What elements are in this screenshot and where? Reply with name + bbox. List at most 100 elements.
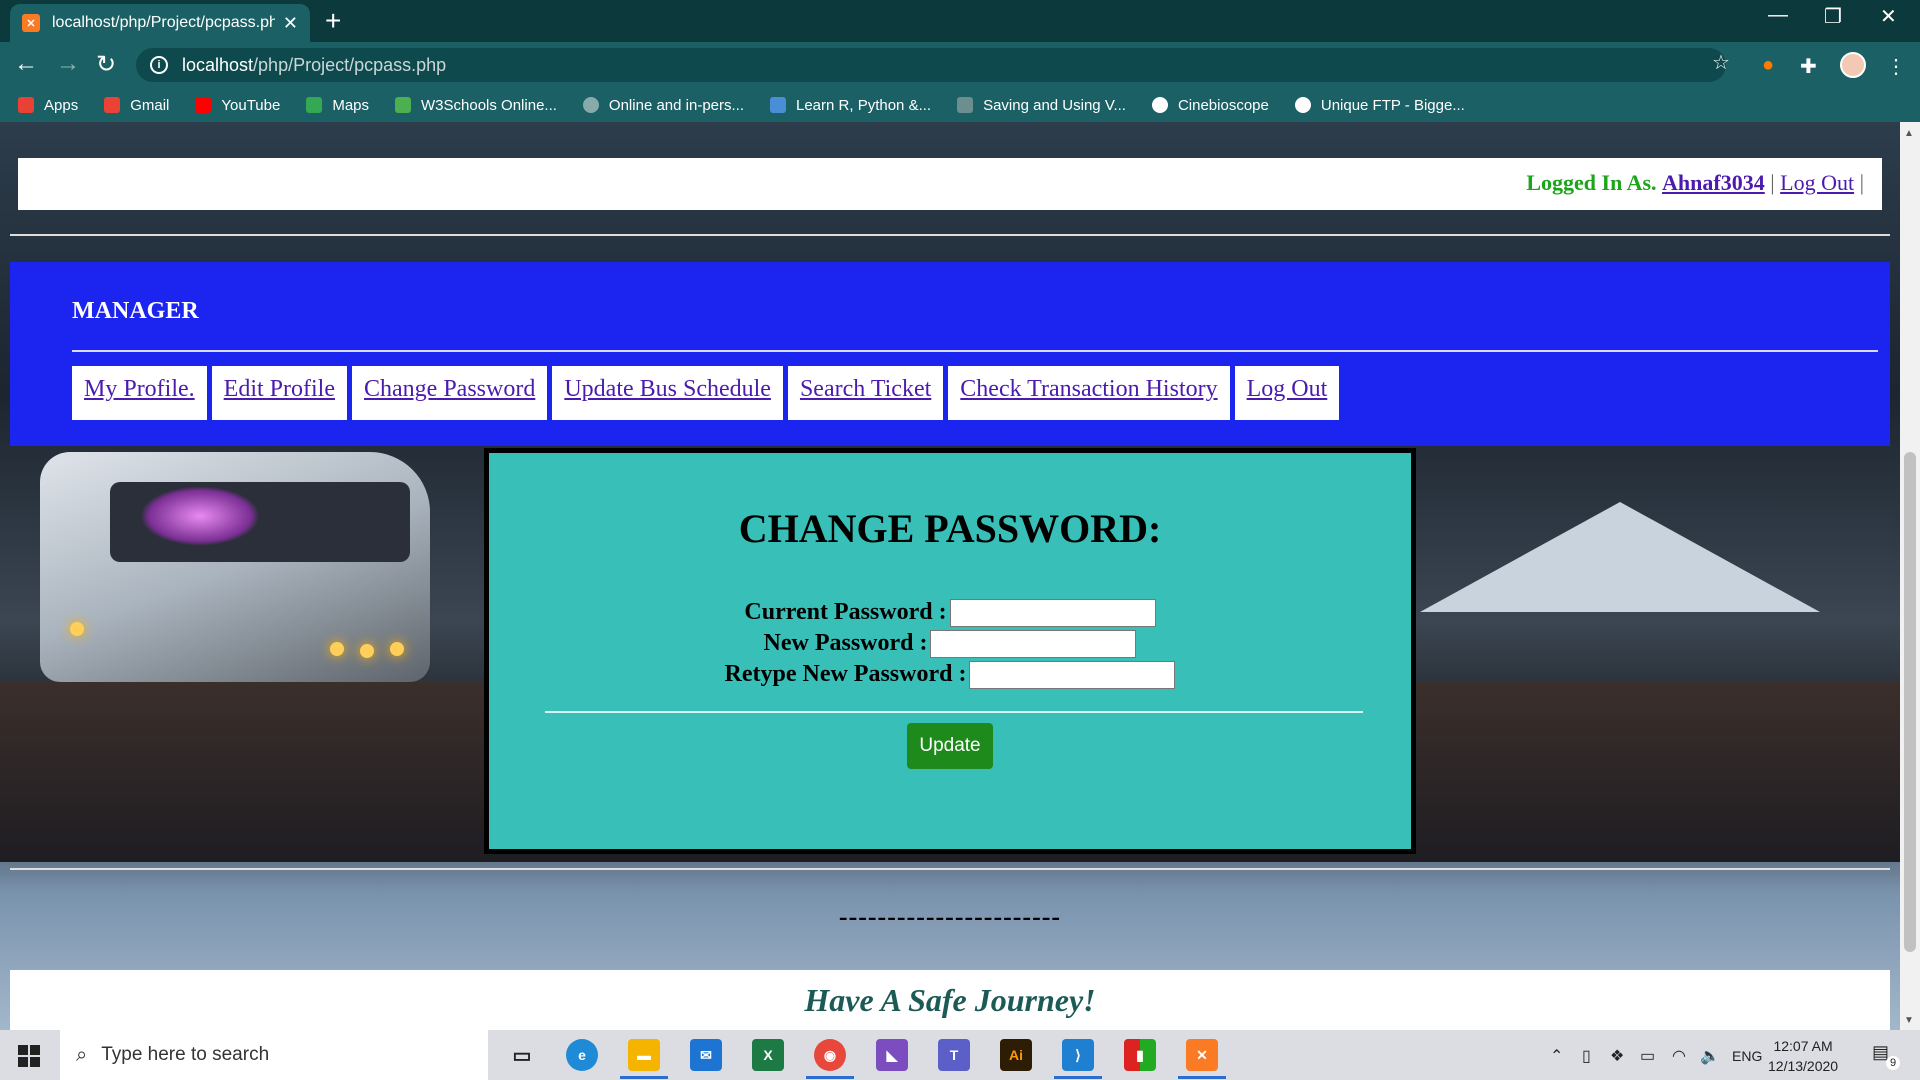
mail-icon[interactable]: ✉ bbox=[690, 1039, 722, 1071]
nav-update-bus-schedule[interactable]: Update Bus Schedule bbox=[552, 366, 783, 420]
current-password-row: Current Password : bbox=[489, 599, 1411, 628]
language-indicator[interactable]: ENG bbox=[1732, 1048, 1762, 1064]
bookmark-label: YouTube bbox=[221, 96, 281, 114]
bookmark-item[interactable]: Online and in-pers... bbox=[582, 97, 744, 114]
bookmark-item[interactable]: Learn R, Python &... bbox=[770, 97, 931, 114]
menu-kebab-icon[interactable]: ⋮ bbox=[1886, 54, 1906, 79]
bookmark-label: Apps bbox=[44, 96, 79, 114]
task-view-icon[interactable]: ▭ bbox=[506, 1039, 538, 1071]
nav-my-profile[interactable]: My Profile. bbox=[72, 366, 207, 420]
close-window-icon[interactable]: ✕ bbox=[1880, 4, 1897, 29]
w3schools-icon bbox=[395, 97, 412, 113]
bookmark-item[interactable]: Apps bbox=[18, 97, 78, 114]
clock-date: 12/13/2020 bbox=[1768, 1058, 1839, 1074]
bookmark-label: Cinebioscope bbox=[1177, 96, 1269, 114]
update-button[interactable]: Update bbox=[907, 723, 993, 769]
nav-edit-profile[interactable]: Edit Profile bbox=[211, 366, 347, 420]
visual-studio-icon[interactable]: ◣ bbox=[876, 1039, 908, 1071]
globe-icon bbox=[1151, 97, 1168, 113]
maps-icon bbox=[306, 97, 323, 113]
bookmark-item[interactable]: Cinebioscope bbox=[1151, 96, 1269, 114]
address-bar[interactable]: i localhost/php/Project/pcpass.php bbox=[136, 48, 1726, 82]
forward-icon[interactable]: → bbox=[56, 50, 80, 78]
tray-chevron-up-icon[interactable]: ⌃ bbox=[1550, 1046, 1563, 1066]
bookmark-item[interactable]: W3Schools Online... bbox=[395, 97, 557, 114]
nav-check-transaction-history[interactable]: Check Transaction History bbox=[948, 366, 1230, 420]
minimize-icon[interactable]: — bbox=[1768, 4, 1788, 27]
footer-message: Have A Safe Journey! bbox=[10, 970, 1890, 1030]
windows-start-icon[interactable] bbox=[18, 1045, 40, 1067]
change-password-card: CHANGE PASSWORD: Current Password : New … bbox=[484, 448, 1416, 854]
reload-icon[interactable]: ↻ bbox=[96, 50, 116, 79]
volume-icon[interactable]: 🔈 bbox=[1700, 1046, 1720, 1066]
browser-toolbar: ← → ↻ i localhost/php/Project/pcpass.php… bbox=[0, 42, 1920, 88]
manager-nav-panel: MANAGER My Profile. Edit Profile Change … bbox=[10, 262, 1890, 446]
bookmark-label: Learn R, Python &... bbox=[796, 96, 932, 114]
taskbar-clock[interactable]: 12:07 AM 12/13/2020 bbox=[1768, 1036, 1838, 1076]
login-status-bar: Logged In As. Ahnaf3034 | Log Out | bbox=[18, 158, 1882, 210]
bookmark-label: Gmail bbox=[130, 96, 170, 114]
bookmark-item[interactable]: YouTube bbox=[195, 97, 280, 114]
dash-icon bbox=[957, 97, 974, 113]
nav-search-ticket[interactable]: Search Ticket bbox=[787, 366, 944, 420]
dropbox-icon[interactable]: ❖ bbox=[1610, 1046, 1624, 1066]
edge-icon[interactable]: e bbox=[566, 1039, 598, 1071]
scroll-down-icon[interactable]: ▼ bbox=[1904, 1015, 1914, 1026]
search-icon: ⌕ bbox=[76, 1043, 88, 1066]
retype-password-label: Retype New Password : bbox=[724, 661, 967, 687]
retype-password-input[interactable] bbox=[969, 661, 1176, 690]
bookmark-label: Saving and Using V... bbox=[983, 96, 1126, 114]
xampp-icon[interactable]: ✕ bbox=[1186, 1039, 1218, 1071]
role-title: MANAGER bbox=[72, 298, 199, 324]
illustrator-icon[interactable]: Ai bbox=[1000, 1039, 1032, 1071]
close-tab-icon[interactable]: ✕ bbox=[283, 13, 298, 34]
gmail-icon bbox=[104, 97, 121, 113]
apps-grid-icon bbox=[18, 97, 34, 113]
background-bus-image bbox=[40, 452, 430, 682]
active-indicator bbox=[1054, 1076, 1102, 1079]
retype-password-row: Retype New Password : bbox=[489, 661, 1411, 690]
active-indicator bbox=[1178, 1076, 1226, 1079]
winrar-icon[interactable]: ▮ bbox=[1124, 1039, 1156, 1071]
scrollbar-thumb[interactable] bbox=[1904, 452, 1916, 952]
current-password-label: Current Password : bbox=[744, 599, 947, 625]
globe-icon bbox=[582, 97, 599, 113]
bookmarks-bar: Apps Gmail YouTube Maps W3Schools Online... O… bbox=[0, 88, 1920, 122]
back-icon[interactable]: ← bbox=[14, 50, 38, 78]
scroll-up-icon[interactable]: ▲ bbox=[1904, 128, 1914, 139]
extensions-puzzle-icon[interactable]: ✚ bbox=[1800, 54, 1817, 79]
bookmark-label: Maps bbox=[332, 96, 370, 114]
restore-icon[interactable]: ❐ bbox=[1824, 4, 1842, 29]
bookmark-item[interactable]: Gmail bbox=[104, 97, 169, 114]
tray-device-icon[interactable]: ▯ bbox=[1582, 1046, 1591, 1066]
youtube-icon bbox=[195, 97, 212, 113]
current-password-input[interactable] bbox=[949, 599, 1156, 628]
browser-tab-bar: ✕ localhost/php/Project/pcpass.php ✕ + —… bbox=[0, 0, 1920, 42]
bookmark-star-icon[interactable]: ☆ bbox=[1712, 50, 1730, 75]
bookmark-item[interactable]: Saving and Using V... bbox=[957, 97, 1126, 114]
page-scrollbar[interactable]: ▲ ▼ bbox=[1900, 122, 1920, 1030]
divider bbox=[10, 868, 1890, 870]
excel-icon[interactable]: X bbox=[752, 1039, 784, 1071]
profile-avatar[interactable] bbox=[1840, 52, 1866, 78]
chrome-icon[interactable]: ◉ bbox=[814, 1039, 846, 1071]
header-logout-link[interactable]: Log Out bbox=[1780, 170, 1854, 195]
vscode-icon[interactable]: ⟩ bbox=[1062, 1039, 1094, 1071]
wifi-icon[interactable]: ◠ bbox=[1672, 1046, 1686, 1066]
site-info-icon[interactable]: i bbox=[150, 56, 168, 74]
nav-change-password[interactable]: Change Password bbox=[352, 366, 548, 420]
nav-log-out[interactable]: Log Out bbox=[1234, 366, 1340, 420]
browser-tab[interactable]: ✕ localhost/php/Project/pcpass.php ✕ bbox=[10, 4, 310, 42]
file-explorer-icon[interactable]: ▬ bbox=[628, 1039, 660, 1071]
new-password-input[interactable] bbox=[930, 630, 1137, 659]
new-password-label: New Password : bbox=[763, 630, 928, 656]
bookmark-item[interactable]: Maps bbox=[306, 97, 369, 114]
new-tab-button[interactable]: + bbox=[325, 6, 341, 36]
extension-fire-icon[interactable]: ● bbox=[1762, 54, 1774, 77]
dashes-separator: ----------------------- bbox=[838, 902, 1062, 931]
battery-icon[interactable]: ▭ bbox=[1640, 1046, 1655, 1066]
bookmark-item[interactable]: Unique FTP - Bigge... bbox=[1294, 97, 1465, 114]
username-link[interactable]: Ahnaf3034 bbox=[1662, 170, 1765, 195]
teams-icon[interactable]: T bbox=[938, 1039, 970, 1071]
taskbar-search[interactable]: ⌕ Type here to search bbox=[60, 1030, 488, 1080]
